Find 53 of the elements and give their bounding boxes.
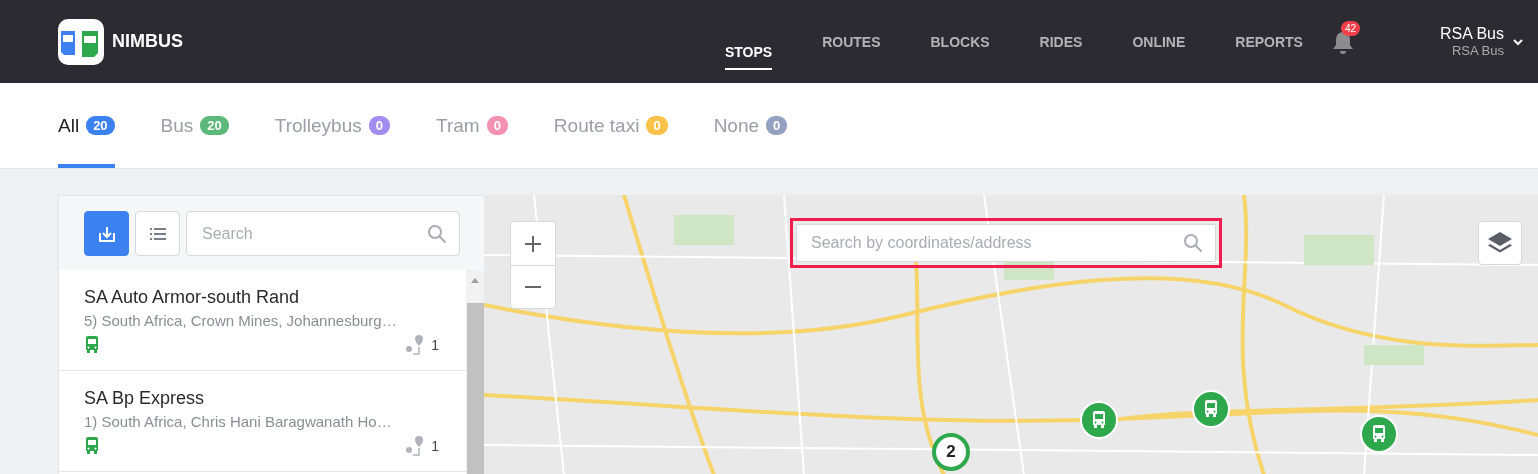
minus-icon xyxy=(525,286,541,288)
scrollbar-thumb[interactable] xyxy=(466,303,484,474)
tab-label: Tram xyxy=(436,114,480,137)
tab-label: Trolleybus xyxy=(274,114,362,137)
layers-button[interactable] xyxy=(1478,221,1522,265)
search-icon xyxy=(427,223,447,244)
nav-link[interactable]: REPORTS xyxy=(1210,0,1328,83)
stop-name: SA Bp Express xyxy=(84,388,206,409)
search-field[interactable]: Search xyxy=(186,211,460,256)
address-search-field[interactable]: Search by coordinates/address xyxy=(796,224,1216,262)
user-name: RSA Bus xyxy=(1439,25,1504,43)
list-icon xyxy=(149,227,166,240)
download-icon xyxy=(97,224,116,243)
layers-icon xyxy=(1488,232,1512,254)
list-view-button[interactable] xyxy=(135,211,180,256)
route-pin-icon xyxy=(405,335,426,355)
bus-icon xyxy=(84,336,100,354)
route-count: 1 xyxy=(431,438,439,454)
search-icon xyxy=(1183,233,1203,253)
scrollbar[interactable] xyxy=(466,270,484,474)
app-name: NIMBUS xyxy=(112,31,183,52)
count-badge: 0 xyxy=(486,116,508,135)
bus-icon xyxy=(1203,400,1219,418)
download-button[interactable] xyxy=(84,211,129,256)
nav-link[interactable]: RIDES xyxy=(1014,0,1108,83)
route-pin-icon xyxy=(405,436,426,456)
nav-link[interactable]: ROUTES xyxy=(797,0,906,83)
account-name: RSA Bus xyxy=(1451,43,1504,58)
count-badge: 20 xyxy=(86,116,115,135)
tab-label: All xyxy=(58,114,80,137)
bus-icon xyxy=(1371,425,1387,443)
count-badge: 0 xyxy=(368,116,390,135)
stop-address: 5) South Africa, Crown Mines, Johannesburg… xyxy=(84,312,398,329)
nav-link[interactable]: STOPS xyxy=(699,0,798,83)
bus-icon xyxy=(1091,411,1107,429)
stop-address: 1) South Africa, Chris Hani Baragwanath Ho… xyxy=(84,413,393,430)
count-badge: 0 xyxy=(766,116,788,135)
route-count: 1 xyxy=(431,337,439,353)
count-badge: 20 xyxy=(200,116,229,135)
tab-label: Route taxi xyxy=(553,114,640,137)
tab-label: Bus xyxy=(160,114,194,137)
stop-name: SA Auto Armor-south Rand xyxy=(84,287,301,308)
count-badge: 0 xyxy=(646,116,668,135)
logo-icon xyxy=(58,18,104,65)
plus-icon xyxy=(525,235,541,252)
notification-badge: 42 xyxy=(1340,20,1361,36)
chevron-down-icon[interactable] xyxy=(1512,37,1524,46)
tab-label: None xyxy=(713,114,760,137)
bus-icon xyxy=(84,437,100,455)
scroll-up-icon[interactable] xyxy=(471,278,479,283)
category-tab[interactable]: All 20 xyxy=(58,83,115,168)
nav-link[interactable]: ONLINE xyxy=(1107,0,1211,83)
nav-link[interactable]: BLOCKS xyxy=(905,0,1015,83)
